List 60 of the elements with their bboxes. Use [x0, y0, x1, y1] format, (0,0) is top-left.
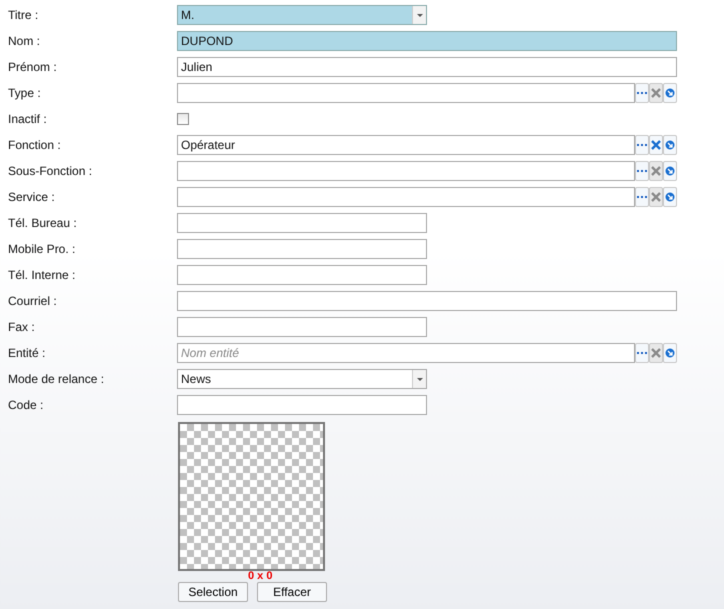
field-label: Tél. Bureau : [8, 215, 78, 232]
input-field[interactable] [177, 187, 635, 207]
browse-button[interactable] [635, 135, 649, 155]
input-field[interactable] [177, 213, 427, 233]
close-icon [651, 166, 661, 176]
input-field[interactable] [177, 83, 635, 103]
close-icon [651, 192, 661, 202]
field-label: Fonction : [8, 137, 62, 154]
close-icon [651, 88, 661, 98]
field-label: Courriel : [8, 293, 58, 310]
image-size-caption: 0 x 0 [248, 571, 274, 582]
input-field[interactable] [177, 291, 677, 311]
open-button[interactable] [663, 83, 677, 103]
arrow-icon [665, 166, 675, 176]
field-label: Mobile Pro. : [8, 241, 76, 258]
clear-button[interactable] [649, 135, 663, 155]
input-field[interactable]: DUPOND [177, 31, 677, 51]
input-field[interactable] [177, 317, 427, 337]
input-field[interactable]: Nom entité [177, 343, 635, 363]
arrow-icon [665, 140, 675, 150]
field-label: Mode de relance : [8, 371, 106, 388]
clear-image-button[interactable]: Effacer [257, 582, 327, 602]
browse-button[interactable] [635, 187, 649, 207]
browse-button[interactable] [635, 161, 649, 181]
select-image-button[interactable]: Selection [178, 582, 248, 602]
input-field[interactable]: Julien [177, 57, 677, 77]
field-label: Fax : [8, 319, 36, 336]
close-icon [651, 140, 661, 150]
open-button[interactable] [663, 161, 677, 181]
input-field[interactable] [177, 265, 427, 285]
field-label: Sous-Fonction : [8, 163, 94, 180]
clear-button[interactable] [649, 187, 663, 207]
input-field[interactable] [177, 395, 427, 415]
field-label: Code : [8, 397, 44, 414]
browse-button[interactable] [635, 343, 649, 363]
arrow-icon [665, 192, 675, 202]
clear-button[interactable] [649, 83, 663, 103]
input-field[interactable] [177, 239, 427, 259]
clear-button[interactable] [649, 343, 663, 363]
input-field[interactable] [177, 161, 635, 181]
dropdown[interactable]: M. [177, 5, 427, 25]
field-label: Prénom : [8, 59, 58, 76]
field-label: Type : [8, 85, 42, 102]
checkbox[interactable] [177, 113, 189, 125]
field-label: Tél. Interne : [8, 267, 76, 284]
arrow-icon [665, 348, 675, 358]
field-label: Nom : [8, 33, 42, 50]
input-field[interactable]: Opérateur [177, 135, 635, 155]
field-label: Service : [8, 189, 56, 206]
open-button[interactable] [663, 187, 677, 207]
open-button[interactable] [663, 343, 677, 363]
field-label: Entité : [8, 345, 46, 362]
close-icon [651, 348, 661, 358]
field-label: Inactif : [8, 111, 48, 128]
clear-button[interactable] [649, 161, 663, 181]
browse-button[interactable] [635, 83, 649, 103]
field-label: Titre : [8, 7, 40, 24]
arrow-icon [665, 88, 675, 98]
open-button[interactable] [663, 135, 677, 155]
dropdown[interactable]: News [177, 369, 427, 389]
